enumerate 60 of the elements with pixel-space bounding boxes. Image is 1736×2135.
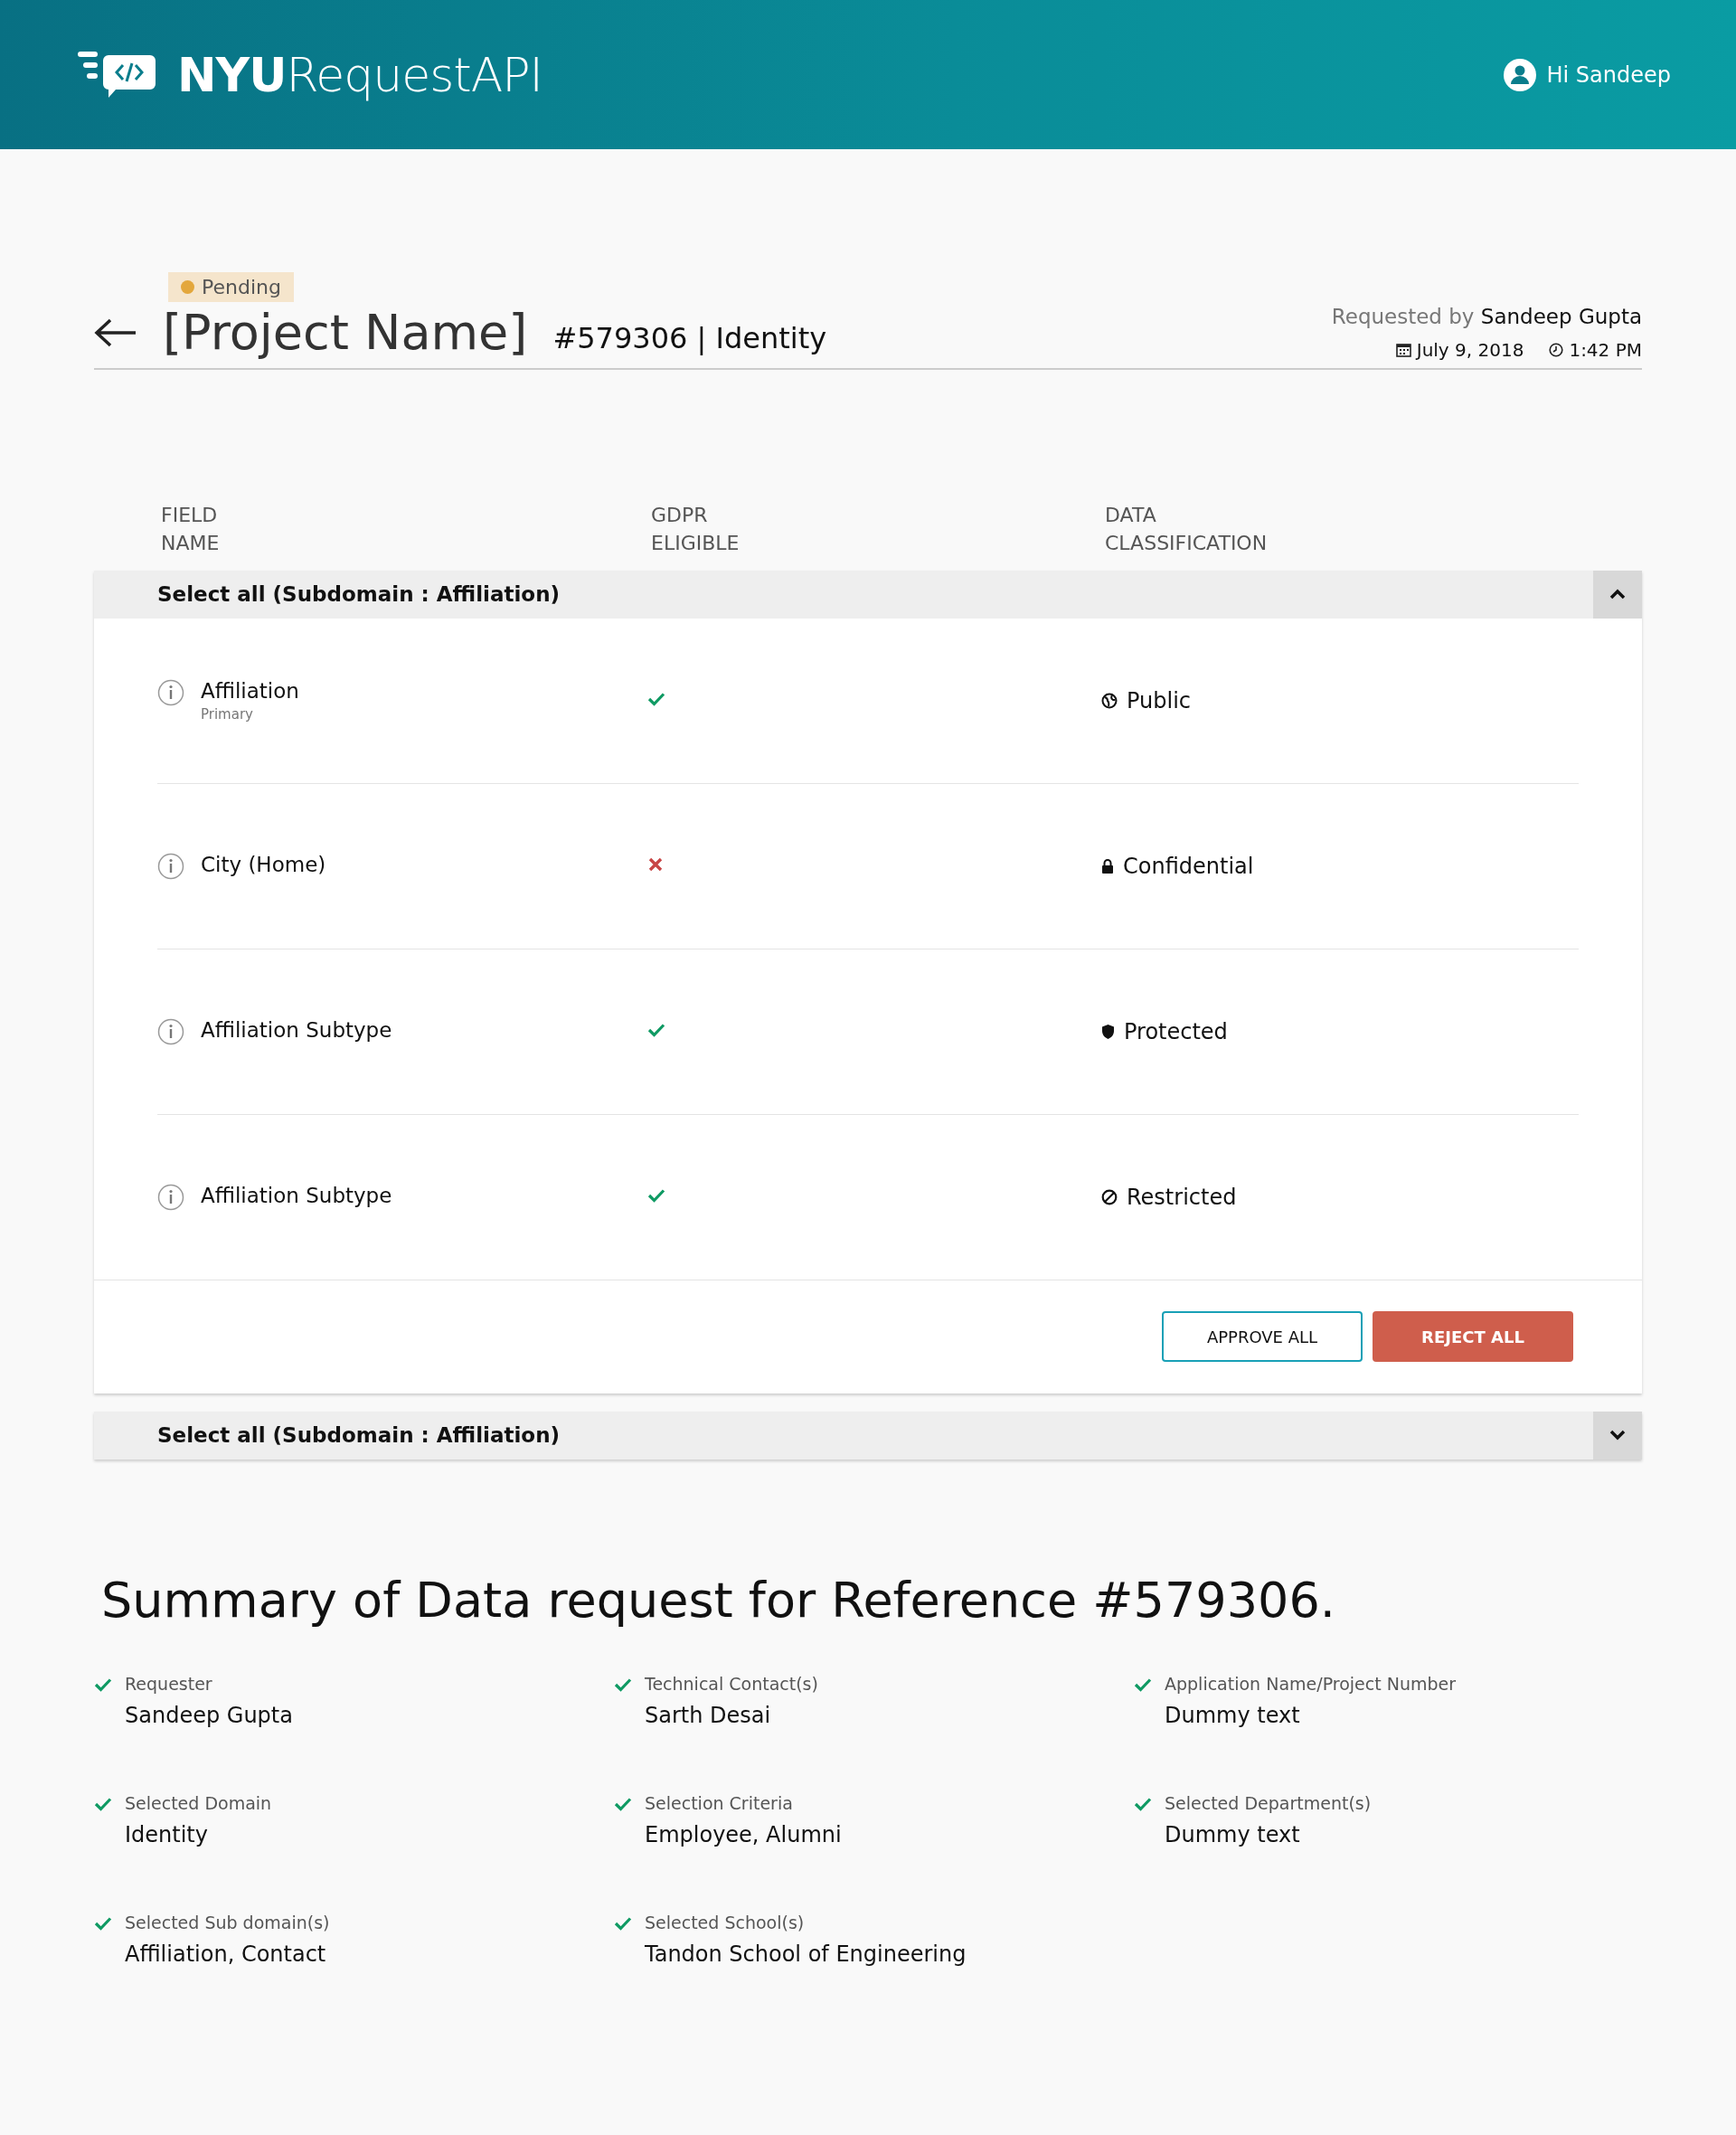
summary-value: Employee, Alumni: [645, 1821, 842, 1847]
check-icon: [94, 1915, 112, 1931]
info-icon[interactable]: [157, 1183, 184, 1211]
calendar-icon: [1395, 343, 1411, 357]
column-header: GDPR ELIGIBLE: [651, 503, 741, 556]
requested-by: Requested by Sandeep Gupta: [1331, 305, 1642, 328]
request-date: July 9, 2018: [1416, 339, 1524, 361]
check-icon: [614, 1915, 632, 1931]
summary-value: Sarth Desai: [645, 1702, 772, 1728]
classification-label: Confidential: [1123, 853, 1254, 879]
brand-name[interactable]: NYURequestAPI: [177, 47, 542, 102]
select-all-label[interactable]: Select all (Subdomain : Affiliation): [157, 1423, 561, 1448]
summary-label: Requester: [125, 1673, 213, 1694]
summary-title: Summary of Data request for Reference #579306.: [101, 1571, 1336, 1629]
back-arrow-icon[interactable]: [94, 316, 137, 348]
check-icon: [1134, 1796, 1152, 1811]
reject-all-button[interactable]: REJECT ALL: [1373, 1311, 1573, 1363]
summary-label: Selected Domain: [125, 1792, 272, 1813]
summary-value: Sandeep Gupta: [125, 1702, 293, 1728]
approve-all-button[interactable]: APPROVE ALL: [1162, 1311, 1363, 1363]
summary-value: Dummy text: [1165, 1821, 1301, 1847]
field-name: City (Home): [201, 852, 326, 876]
classification-label: Restricted: [1127, 1184, 1237, 1210]
select-all-label[interactable]: Select all (Subdomain : Affiliation): [157, 582, 561, 607]
reference-number: #579306 | Identity: [552, 320, 827, 355]
classification-label: Public: [1127, 687, 1192, 713]
check-icon: [94, 1796, 112, 1811]
clock-icon: [1549, 343, 1564, 357]
check-icon: [614, 1796, 632, 1811]
summary-label: Technical Contact(s): [645, 1673, 818, 1694]
field-subtitle: Primary: [201, 705, 254, 723]
field-name: Affiliation Subtype: [201, 1183, 392, 1207]
summary-label: Selected Department(s): [1165, 1792, 1372, 1813]
classification-label: Protected: [1124, 1018, 1228, 1044]
summary-label: Application Name/Project Number: [1165, 1673, 1457, 1694]
summary-label: Selected Sub domain(s): [125, 1912, 330, 1932]
chevron-up-icon: [1609, 589, 1626, 600]
chevron-down-icon: [1609, 1430, 1626, 1441]
column-header: DATA CLASSIFICATION: [1105, 503, 1269, 556]
summary-value: Affiliation, Contact: [125, 1941, 327, 1967]
summary-value: Tandon School of Engineering: [645, 1941, 967, 1967]
column-header: FIELD NAME: [161, 503, 221, 556]
info-icon[interactable]: [157, 1017, 184, 1045]
check-icon: [94, 1677, 112, 1692]
field-name: Affiliation: [201, 678, 299, 703]
check-icon: [1134, 1677, 1152, 1692]
status-label: Pending: [202, 276, 281, 298]
field-name: Affiliation Subtype: [201, 1017, 392, 1042]
info-icon[interactable]: [157, 678, 184, 706]
project-title: [Project Name]: [163, 304, 528, 361]
summary-value: Dummy text: [1165, 1702, 1301, 1728]
collapse-toggle[interactable]: [1593, 570, 1642, 619]
check-icon: [614, 1677, 632, 1692]
user-avatar-icon: [1503, 58, 1536, 91]
summary-value: Identity: [125, 1821, 209, 1847]
request-time: 1:42 PM: [1569, 339, 1642, 361]
summary-label: Selection Criteria: [645, 1792, 794, 1813]
info-icon[interactable]: [157, 852, 184, 880]
collapse-toggle[interactable]: [1593, 1411, 1642, 1460]
summary-label: Selected School(s): [645, 1912, 806, 1932]
